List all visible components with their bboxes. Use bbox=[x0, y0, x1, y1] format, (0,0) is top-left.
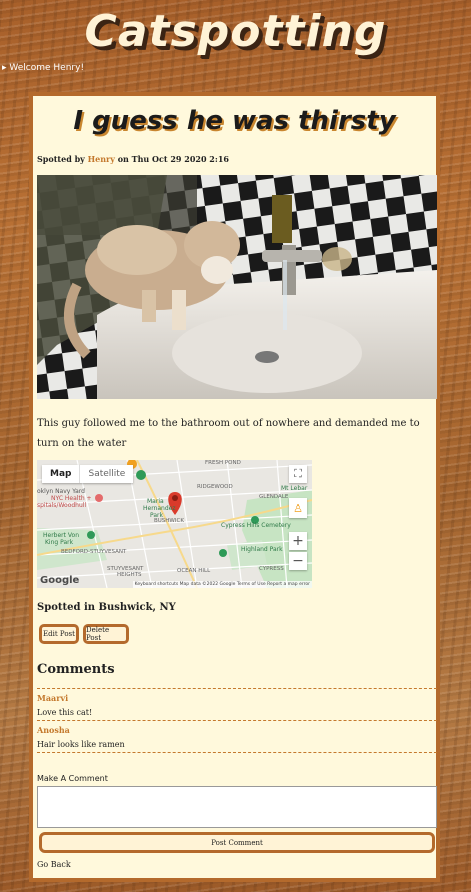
comment-author[interactable]: Maarvi bbox=[37, 693, 437, 703]
comment-author[interactable]: Anosha bbox=[37, 725, 437, 735]
map-label-fresh-pond: FRESH POND bbox=[205, 460, 241, 466]
comment-input[interactable] bbox=[37, 786, 437, 828]
map-tab-map[interactable]: Map bbox=[42, 465, 79, 483]
map-type-tabs: Map Satellite bbox=[42, 465, 134, 483]
map-label-navy: oklyn Navy Yard bbox=[37, 488, 85, 495]
map-label-maria: Maria bbox=[147, 498, 164, 505]
map-label-glendale: GLENDALE bbox=[259, 494, 289, 500]
post-byline: Spotted by Henry on Thu Oct 29 2020 2:16 bbox=[37, 154, 229, 164]
fullscreen-icon[interactable]: ⛶ bbox=[289, 465, 307, 483]
map-label-hernandez: Hernandez bbox=[143, 505, 176, 512]
map-label-king-park: King Park bbox=[45, 539, 74, 546]
post-photo bbox=[37, 175, 437, 399]
go-back-link[interactable]: Go Back bbox=[37, 860, 71, 869]
comment-text: Love this cat! bbox=[37, 708, 93, 717]
map-label-bedford: BEDFORD-STUYVESANT bbox=[61, 549, 127, 555]
google-logo: Google bbox=[40, 575, 80, 586]
map-label-ridgewood: RIDGEWOOD bbox=[197, 484, 233, 490]
map-label-heights: HEIGHTS bbox=[117, 572, 142, 578]
pegman-icon[interactable]: ♙ bbox=[289, 498, 307, 518]
map-label-bushwick: BUSHWICK bbox=[154, 518, 184, 524]
post-title: I guess he was thirsty bbox=[73, 106, 396, 136]
map-label-cypress-cemetery: Cypress Hills Cemetery bbox=[221, 522, 291, 529]
welcome-text: Welcome Henry! bbox=[9, 63, 85, 73]
cat-photo-illustration bbox=[37, 175, 437, 399]
location-map[interactable]: oklyn Navy Yard NYC Health + spitals/Woo… bbox=[37, 460, 312, 588]
comments-heading: Comments bbox=[37, 662, 115, 677]
delete-post-button[interactable]: Delete Post bbox=[83, 624, 129, 644]
author-link[interactable]: Henry bbox=[88, 154, 115, 164]
welcome-message: ▸ Welcome Henry! bbox=[2, 63, 84, 73]
map-label-ocean-hill: OCEAN HILL bbox=[177, 568, 211, 574]
spotted-location: Spotted in Bushwick, NY bbox=[37, 602, 176, 613]
post-card: I guess he was thirsty Spotted by Henry … bbox=[29, 92, 440, 882]
map-tab-satellite[interactable]: Satellite bbox=[79, 465, 133, 483]
map-footer-links[interactable]: Keyboard shortcuts Map data ©2022 Google… bbox=[132, 581, 312, 588]
map-label-cypress-hills: CYPRESS bbox=[259, 566, 284, 572]
comment-divider bbox=[37, 752, 437, 753]
make-comment-label: Make A Comment bbox=[37, 774, 108, 783]
map-label-mt-lebanon: Mt Lebar bbox=[281, 485, 308, 492]
comment-text: Hair looks like ramen bbox=[37, 740, 125, 749]
map-label-highland: Highland Park bbox=[241, 546, 283, 553]
comment-item: Maarvi Love this cat! bbox=[37, 688, 437, 717]
edit-post-button[interactable]: Edit Post bbox=[39, 624, 79, 644]
comment-item: Anosha Hair looks like ramen bbox=[37, 720, 437, 749]
map-label-woodhull: spitals/Woodhull bbox=[37, 502, 87, 509]
map-label-herbert: Herbert Von bbox=[43, 532, 80, 539]
byline-prefix: Spotted by bbox=[37, 154, 88, 164]
map-label-nyc-health: NYC Health + bbox=[51, 495, 92, 502]
site-header: Catspotting ▸ Welcome Henry! bbox=[0, 0, 471, 80]
zoom-in-icon[interactable]: + bbox=[289, 532, 307, 550]
zoom-out-icon[interactable]: − bbox=[289, 552, 307, 570]
post-comment-button[interactable]: Post Comment bbox=[39, 832, 435, 853]
post-description: This guy followed me to the bathroom out… bbox=[37, 418, 420, 449]
byline-date: on Thu Oct 29 2020 2:16 bbox=[114, 154, 229, 164]
site-title: Catspotting bbox=[84, 6, 387, 57]
